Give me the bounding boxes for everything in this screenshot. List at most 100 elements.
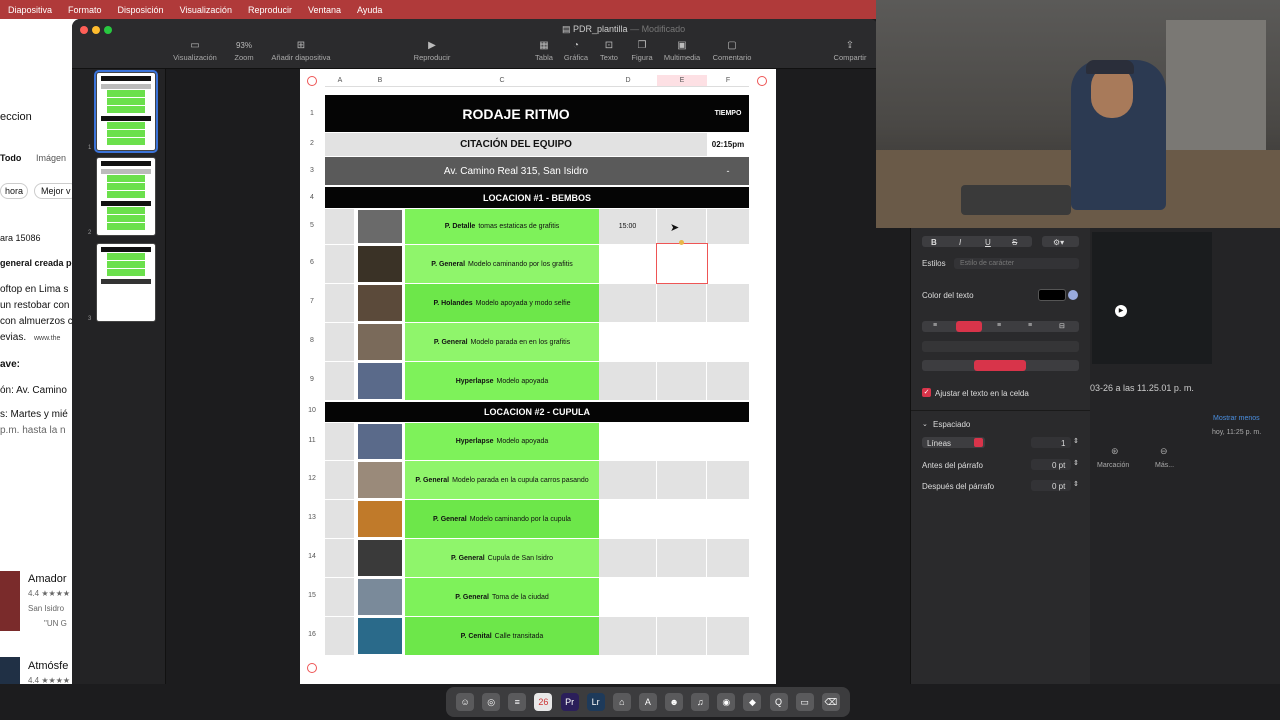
- app-store-icon[interactable]: A: [638, 693, 657, 711]
- finder-icon[interactable]: ☺: [456, 693, 475, 711]
- close-window-button[interactable]: [80, 26, 88, 34]
- align-left-icon[interactable]: ≡: [933, 322, 937, 329]
- shot-time-cell[interactable]: [599, 578, 656, 616]
- minimize-window-button[interactable]: [92, 26, 100, 34]
- cell-e[interactable]: [657, 578, 706, 616]
- shot-description-cell[interactable]: P. Holandes Modelo apoyada y modo selfie: [405, 284, 599, 322]
- shot-photo[interactable]: [358, 210, 402, 243]
- media-button[interactable]: ▣ Multimedia: [660, 39, 704, 62]
- table-title[interactable]: RODAJE RITMO: [325, 95, 707, 132]
- row-number[interactable]: 16: [306, 631, 318, 638]
- team-call-time[interactable]: 02:15pm: [707, 133, 749, 156]
- column-header-a[interactable]: A: [325, 75, 355, 87]
- address-cell[interactable]: Av. Camino Real 315, San Isidro: [325, 157, 707, 185]
- table-row-handle[interactable]: [307, 663, 317, 673]
- cell-f[interactable]: [707, 500, 749, 538]
- bg-chip[interactable]: hora: [0, 183, 29, 199]
- shot-time-cell[interactable]: 15:00: [599, 209, 656, 244]
- chart-button[interactable]: ◔ Gráfica: [561, 39, 591, 62]
- shot-description-cell[interactable]: P. General Modelo parada en en los grafit…: [405, 323, 599, 361]
- menu-reproducir[interactable]: Reproducir: [240, 5, 300, 15]
- align-right-icon[interactable]: ≡: [997, 322, 1001, 329]
- cell-a[interactable]: [325, 617, 354, 655]
- slide-thumbnail-1[interactable]: [94, 70, 158, 153]
- slide-thumbnail-3[interactable]: [96, 243, 156, 322]
- shot-description-cell[interactable]: P. General Modelo parada en la cupula car…: [405, 461, 599, 499]
- cell-f[interactable]: [707, 362, 749, 400]
- shot-time-cell[interactable]: [599, 284, 656, 322]
- bold-button[interactable]: B: [931, 238, 937, 247]
- row-number[interactable]: 7: [306, 298, 318, 305]
- stepper-icon[interactable]: ⇕: [1073, 437, 1079, 445]
- cell-a[interactable]: [325, 245, 354, 283]
- markup-label[interactable]: Marcación: [1097, 462, 1129, 469]
- location-2-header[interactable]: LOCACION #2 - CUPULA: [325, 402, 749, 422]
- cell-e[interactable]: [657, 461, 706, 499]
- shot-description-cell[interactable]: Hyperlapse Modelo apoyada: [405, 423, 599, 460]
- row-number[interactable]: 13: [306, 514, 318, 521]
- app-icon[interactable]: ◆: [743, 693, 762, 711]
- play-icon[interactable]: ▶: [1115, 305, 1127, 317]
- folder-icon[interactable]: ▭: [795, 693, 814, 711]
- shot-description-cell[interactable]: Hyperlapse Modelo apoyada: [405, 362, 599, 400]
- cell-e[interactable]: [657, 284, 706, 322]
- team-call-label[interactable]: CITACIÓN DEL EQUIPO: [325, 133, 707, 156]
- cell-f[interactable]: [707, 284, 749, 322]
- row-number[interactable]: 12: [306, 475, 318, 482]
- markup-icon[interactable]: ⊛: [1111, 446, 1119, 457]
- show-less-link[interactable]: Mostrar menos: [1213, 415, 1260, 422]
- cell-e[interactable]: [657, 362, 706, 400]
- shot-description-cell[interactable]: P. General Cupula de San Isidro: [405, 539, 599, 577]
- trash-icon[interactable]: ⌫: [821, 693, 840, 711]
- cell-f[interactable]: [707, 323, 749, 361]
- row-number[interactable]: 15: [306, 592, 318, 599]
- table-column-handle[interactable]: [757, 76, 767, 86]
- cell-e[interactable]: [657, 423, 706, 460]
- view-button[interactable]: ▭ Visualización: [170, 39, 220, 62]
- location-1-header[interactable]: LOCACION #1 - BEMBOS: [325, 187, 749, 208]
- cell-a[interactable]: [325, 362, 354, 400]
- column-header-c[interactable]: C: [405, 75, 599, 87]
- music-icon[interactable]: ♫: [691, 693, 710, 711]
- menu-diapositiva[interactable]: Diapositiva: [0, 5, 60, 15]
- shot-description-cell[interactable]: P. General Modelo caminando por los grafi…: [405, 245, 599, 283]
- shot-description-cell[interactable]: P. Detalle tomas estaticas de grafitis: [405, 209, 599, 244]
- auto-align-icon[interactable]: ⊟: [1059, 322, 1065, 330]
- row-number[interactable]: 11: [306, 437, 318, 444]
- shot-time-cell[interactable]: [599, 423, 656, 460]
- cell-a[interactable]: [325, 500, 354, 538]
- italic-button[interactable]: I: [959, 238, 961, 247]
- cell-a[interactable]: [325, 423, 354, 460]
- play-button[interactable]: ▶ Reproducir: [410, 39, 454, 62]
- cell-f[interactable]: [707, 423, 749, 460]
- premiere-icon[interactable]: Pr: [560, 693, 579, 711]
- bg-tab-images[interactable]: Imágen: [36, 153, 66, 163]
- cell-handle[interactable]: [679, 240, 684, 245]
- comment-button[interactable]: ▢ Comentario: [708, 39, 756, 62]
- row-number[interactable]: 4: [306, 194, 318, 201]
- column-header-f[interactable]: F: [707, 75, 749, 87]
- safari-icon[interactable]: ◎: [482, 693, 501, 711]
- cell-e[interactable]: [657, 617, 706, 655]
- shot-time-cell[interactable]: [599, 362, 656, 400]
- chrome-icon[interactable]: ◉: [717, 693, 736, 711]
- text-color-swatch[interactable]: [1038, 289, 1066, 301]
- cell-f[interactable]: [707, 245, 749, 283]
- menu-visualizacion[interactable]: Visualización: [172, 5, 240, 15]
- shot-time-cell[interactable]: [599, 617, 656, 655]
- stepper-icon[interactable]: ⇕: [1073, 480, 1079, 488]
- cell-a[interactable]: [325, 209, 354, 244]
- cell-f[interactable]: [707, 539, 749, 577]
- discord-icon[interactable]: ☻: [665, 693, 684, 711]
- lightroom-icon[interactable]: Lr: [586, 693, 605, 711]
- cell-e[interactable]: [657, 539, 706, 577]
- shot-photo[interactable]: [358, 579, 402, 615]
- stepper-icon[interactable]: ⇕: [1073, 459, 1079, 467]
- menu-formato[interactable]: Formato: [60, 5, 110, 15]
- video-thumbnail[interactable]: [1092, 232, 1212, 364]
- row-number[interactable]: 5: [306, 222, 318, 229]
- menu-disposicion[interactable]: Disposición: [110, 5, 172, 15]
- bg-chip[interactable]: Mejor v: [34, 183, 78, 199]
- shot-photo[interactable]: [358, 424, 402, 459]
- menu-ventana[interactable]: Ventana: [300, 5, 349, 15]
